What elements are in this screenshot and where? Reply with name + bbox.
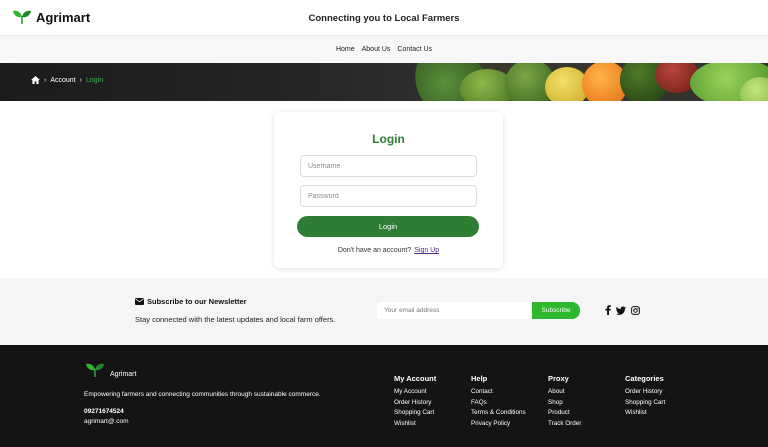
footer-link[interactable]: My Account xyxy=(394,387,436,398)
footer-col-help: Help Contact FAQs Terms & Conditions Pri… xyxy=(471,374,526,429)
footer-link[interactable]: Product xyxy=(548,408,581,419)
newsletter-title-text: Subscribe to our Newsletter xyxy=(147,297,247,306)
envelope-icon xyxy=(135,298,144,305)
social-links xyxy=(605,305,640,315)
footer-email[interactable]: agrimart@.com xyxy=(84,418,129,425)
newsletter-section: Subscribe to our Newsletter Stay connect… xyxy=(0,278,768,345)
login-card: Login Login Don't have an account?Sign U… xyxy=(274,112,503,268)
login-title: Login xyxy=(372,132,405,146)
username-input[interactable] xyxy=(300,155,477,177)
main-nav: Home About Us Contact Us xyxy=(0,36,768,63)
footer-link[interactable]: Terms & Conditions xyxy=(471,408,526,419)
breadcrumb: › Account › Login xyxy=(31,76,103,84)
breadcrumb-separator: › xyxy=(79,76,82,84)
newsletter-email-input[interactable] xyxy=(377,302,532,319)
breadcrumb-account[interactable]: Account xyxy=(50,77,75,84)
footer-col-title: Categories xyxy=(625,374,664,383)
footer-link[interactable]: Privacy Policy xyxy=(471,419,526,430)
footer-link[interactable]: Contact xyxy=(471,387,526,398)
newsletter-title: Subscribe to our Newsletter xyxy=(135,297,247,306)
footer-link[interactable]: Shopping Cart xyxy=(394,408,436,419)
nav-about-link[interactable]: About Us xyxy=(362,46,391,53)
footer-link[interactable]: FAQs xyxy=(471,398,526,409)
subscribe-button[interactable]: Subscribe xyxy=(532,302,580,319)
signup-prompt-text: Don't have an account? xyxy=(337,247,412,254)
signup-prompt: Don't have an account? Sign Up xyxy=(274,247,503,254)
site-tagline: Connecting you to Local Farmers xyxy=(308,13,460,24)
footer-col-title: My Account xyxy=(394,374,437,383)
footer-link[interactable]: Wishlist xyxy=(625,408,665,419)
footer-col-categories: Categories Order History Shopping Cart W… xyxy=(625,374,665,419)
footer-brand: Agrimart xyxy=(110,371,137,378)
footer-col-proxy: Proxy About Shop Product Track Order xyxy=(548,374,581,429)
site-header: Agrimart Connecting you to Local Farmers xyxy=(0,0,768,36)
breadcrumb-current: Login xyxy=(85,76,104,84)
newsletter-subtitle: Stay connected with the latest updates a… xyxy=(135,315,336,324)
footer-link[interactable]: About xyxy=(548,387,581,398)
footer-description: Empowering farmers and connecting commun… xyxy=(84,391,321,398)
footer-link[interactable]: Shop xyxy=(548,398,581,409)
footer-link[interactable]: Order History xyxy=(625,387,665,398)
footer-col-my-account: My Account My Account Order History Shop… xyxy=(394,374,436,429)
signup-link[interactable]: Sign Up xyxy=(414,247,439,254)
site-footer: Agrimart Empowering farmers and connecti… xyxy=(0,345,768,447)
sprout-icon xyxy=(86,363,104,377)
breadcrumb-separator: › xyxy=(44,76,47,84)
instagram-icon[interactable] xyxy=(631,305,640,315)
footer-link[interactable]: Wishlist xyxy=(394,419,436,430)
page-banner: › Account › Login xyxy=(0,63,768,101)
footer-link[interactable]: Shopping Cart xyxy=(625,398,665,409)
footer-link[interactable]: Order History xyxy=(394,398,436,409)
password-input[interactable] xyxy=(300,185,477,207)
footer-phone: 09271674524 xyxy=(84,408,124,415)
footer-logo[interactable]: Agrimart xyxy=(85,361,136,379)
facebook-icon[interactable] xyxy=(605,305,611,315)
footer-col-title: Help xyxy=(471,374,488,383)
footer-link[interactable]: Track Order xyxy=(548,419,581,430)
footer-col-title: Proxy xyxy=(548,374,569,383)
login-button[interactable]: Login xyxy=(297,216,479,237)
nav-contact-link[interactable]: Contact Us xyxy=(397,46,432,53)
twitter-icon[interactable] xyxy=(616,306,626,315)
nav-home-link[interactable]: Home xyxy=(336,46,355,53)
home-icon[interactable] xyxy=(31,76,40,84)
